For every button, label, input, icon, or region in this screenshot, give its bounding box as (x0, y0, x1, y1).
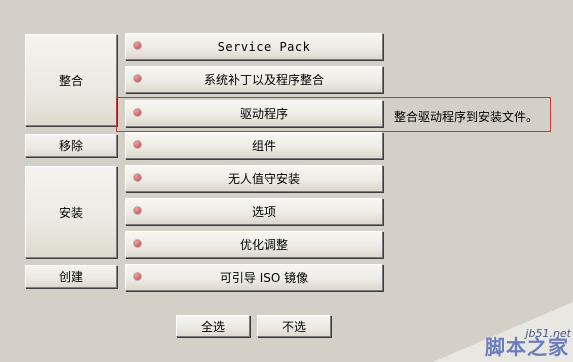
item-service-pack-label: Service Pack (217, 39, 311, 54)
select-all-label: 全选 (200, 319, 225, 334)
item-components-label: 组件 (251, 139, 276, 153)
item-bootable-iso-label: 可引导 ISO 镜像 (219, 271, 309, 285)
category-remove-button[interactable]: 移除 (25, 134, 117, 157)
select-none-button[interactable]: 不选 (257, 315, 331, 337)
item-unattended-label: 无人值守安装 (227, 172, 300, 186)
category-create-button[interactable]: 创建 (25, 265, 117, 288)
item-drivers-button[interactable]: 驱动程序 (125, 100, 383, 127)
select-all-button[interactable]: 全选 (176, 315, 250, 337)
item-options-label: 选项 (251, 205, 276, 219)
item-unattended-button[interactable]: 无人值守安装 (125, 165, 383, 192)
bullet-dot-icon (134, 42, 141, 49)
bullet-dot-icon (134, 240, 141, 247)
site-watermark: jb51.net 脚本之家 (423, 302, 573, 362)
item-tweaks-button[interactable]: 优化调整 (125, 231, 383, 258)
category-integrate-button[interactable]: 整合 (25, 34, 117, 126)
select-none-label: 不选 (281, 319, 306, 334)
bullet-dot-icon (134, 174, 141, 181)
item-drivers-label: 驱动程序 (239, 107, 288, 121)
bullet-dot-icon (134, 75, 141, 82)
watermark-page-curl (433, 302, 573, 362)
item-tweaks-label: 优化调整 (239, 238, 288, 252)
item-hotfixes-button[interactable]: 系统补丁以及程序整合 (125, 66, 383, 93)
category-integrate-label: 整合 (58, 73, 83, 88)
category-remove-label: 移除 (58, 139, 83, 153)
category-setup-label: 安装 (58, 205, 83, 220)
item-options-button[interactable]: 选项 (125, 198, 383, 225)
bullet-dot-icon (134, 207, 141, 214)
item-components-button[interactable]: 组件 (125, 132, 383, 159)
item-bootable-iso-button[interactable]: 可引导 ISO 镜像 (125, 264, 383, 291)
watermark-brand-text: 脚本之家 (485, 335, 569, 359)
item-service-pack-button[interactable]: Service Pack (125, 33, 383, 60)
category-setup-button[interactable]: 安装 (25, 166, 117, 258)
bullet-dot-icon (134, 109, 141, 116)
bullet-dot-icon (134, 273, 141, 280)
bullet-dot-icon (134, 141, 141, 148)
item-description-text: 整合驱动程序到安装文件。 (394, 110, 539, 124)
watermark-site-text: jb51.net (525, 327, 571, 340)
category-create-label: 创建 (58, 270, 83, 284)
item-hotfixes-label: 系统补丁以及程序整合 (203, 73, 324, 87)
